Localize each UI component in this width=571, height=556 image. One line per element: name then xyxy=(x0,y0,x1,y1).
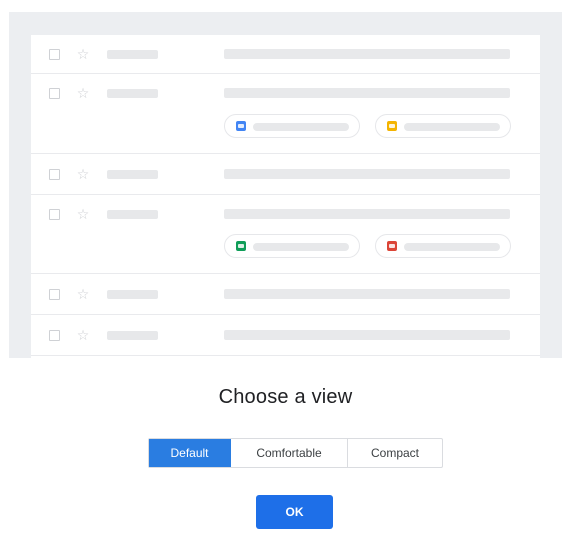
star-icon: ☆ xyxy=(76,85,90,101)
photos-icon xyxy=(387,241,397,251)
attachment-name-placeholder xyxy=(253,123,349,131)
dialog-title: Choose a view xyxy=(218,386,353,408)
option-comfortable[interactable]: Comfortable xyxy=(231,439,348,467)
attachment-chip xyxy=(224,114,360,138)
sender-placeholder xyxy=(107,331,158,340)
checkbox-icon xyxy=(49,49,60,60)
sender-placeholder xyxy=(107,170,158,179)
attachment-name-placeholder xyxy=(404,123,500,131)
checkbox-icon xyxy=(49,289,60,300)
preview-mail-list: ☆ ☆ ☆ ☆ ☆ ☆ xyxy=(31,35,540,358)
star-icon: ☆ xyxy=(76,286,90,302)
preview-row: ☆ xyxy=(31,74,540,154)
preview-row: ☆ xyxy=(31,154,540,195)
sender-placeholder xyxy=(107,50,158,59)
view-preview: ☆ ☆ ☆ ☆ ☆ ☆ xyxy=(9,12,562,358)
subject-placeholder xyxy=(224,209,510,219)
preview-row: ☆ xyxy=(31,315,540,356)
option-compact[interactable]: Compact xyxy=(348,439,442,467)
preview-row: ☆ xyxy=(31,274,540,315)
docs-icon xyxy=(236,121,246,131)
option-default[interactable]: Default xyxy=(149,439,231,467)
checkbox-icon xyxy=(49,88,60,99)
subject-placeholder xyxy=(224,289,510,299)
star-icon: ☆ xyxy=(76,166,90,182)
view-density-selector: Default Comfortable Compact xyxy=(148,438,443,468)
sender-placeholder xyxy=(107,290,158,299)
attachment-chip xyxy=(375,234,511,258)
sender-placeholder xyxy=(107,210,158,219)
preview-row: ☆ xyxy=(31,195,540,274)
subject-placeholder xyxy=(224,169,510,179)
attachment-chip xyxy=(375,114,511,138)
attachment-name-placeholder xyxy=(404,243,500,251)
checkbox-icon xyxy=(49,169,60,180)
ok-button[interactable]: OK xyxy=(256,495,333,529)
star-icon: ☆ xyxy=(76,206,90,222)
preview-row: ☆ xyxy=(31,35,540,74)
subject-placeholder xyxy=(224,88,510,98)
subject-placeholder xyxy=(224,49,510,59)
star-icon: ☆ xyxy=(76,327,90,343)
slides-icon xyxy=(387,121,397,131)
attachment-name-placeholder xyxy=(253,243,349,251)
subject-placeholder xyxy=(224,330,510,340)
star-icon: ☆ xyxy=(76,46,90,62)
checkbox-icon xyxy=(49,330,60,341)
attachment-chip xyxy=(224,234,360,258)
sheets-icon xyxy=(236,241,246,251)
checkbox-icon xyxy=(49,209,60,220)
sender-placeholder xyxy=(107,89,158,98)
